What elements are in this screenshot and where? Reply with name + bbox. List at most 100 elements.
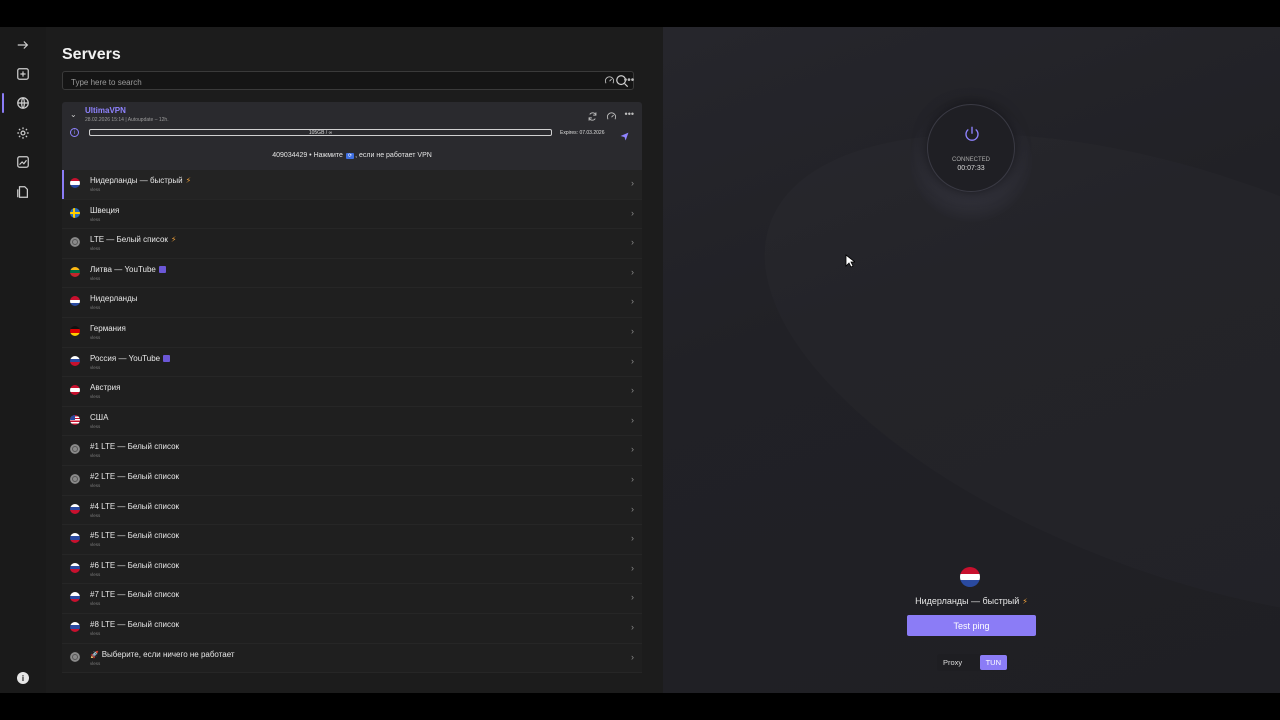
server-protocol: vless bbox=[90, 453, 101, 459]
chevron-right-icon: › bbox=[631, 651, 634, 662]
subscription-info-icon[interactable]: i bbox=[70, 128, 79, 137]
search-box bbox=[62, 71, 634, 91]
server-protocol: vless bbox=[90, 275, 101, 281]
subscription-actions: ••• bbox=[587, 109, 634, 127]
server-name-text: #6 LTE — Белый список bbox=[90, 560, 180, 570]
notice-text-post: , если не работает VPN bbox=[355, 152, 432, 159]
server-name-text: #7 LTE — Белый список bbox=[90, 590, 180, 600]
chevron-right-icon: › bbox=[631, 355, 634, 366]
panel-actions: ••• bbox=[603, 74, 635, 86]
mouse-cursor-icon bbox=[845, 254, 857, 268]
collapse-chevron-icon[interactable]: ⌄ bbox=[70, 110, 77, 119]
logs-icon[interactable] bbox=[13, 182, 33, 202]
server-name-text: Литва — YouTube bbox=[90, 264, 156, 274]
server-name-text: Австрия bbox=[90, 383, 121, 393]
server-name: Нидерланды — быстрый ⚡ bbox=[90, 176, 191, 185]
subscription-name: UltimaVPN bbox=[85, 106, 126, 115]
flag-globe-icon bbox=[70, 651, 80, 662]
flag-us-icon bbox=[70, 414, 80, 425]
server-name: Австрия bbox=[90, 383, 120, 392]
server-name: Германия bbox=[90, 324, 126, 333]
add-profile-icon[interactable] bbox=[13, 64, 33, 84]
server-protocol: vless bbox=[90, 364, 101, 370]
server-row[interactable]: Россия — YouTube vless › bbox=[62, 347, 642, 378]
chevron-right-icon: › bbox=[631, 473, 634, 484]
globe-icon[interactable] bbox=[13, 93, 33, 113]
mode-tun-option[interactable]: TUN bbox=[979, 655, 1007, 670]
gear-icon[interactable] bbox=[13, 123, 33, 143]
nav-active-indicator bbox=[2, 93, 4, 113]
mode-proxy-option[interactable]: Proxy bbox=[943, 658, 962, 667]
youtube-tag-icon bbox=[163, 354, 171, 362]
server-name: Швеция bbox=[90, 206, 119, 215]
server-name: #8 LTE — Белый список bbox=[90, 620, 179, 629]
server-row[interactable]: #6 LTE — Белый список vless › bbox=[62, 554, 642, 585]
notice-key-icon: ⟳ bbox=[345, 153, 355, 159]
servers-panel: Servers ••• ⌄ UltimaVPN 28.02.2026 15:14… bbox=[46, 27, 663, 693]
selected-flag-nl-icon bbox=[960, 567, 980, 587]
server-name-text: LTE — Белый список bbox=[90, 235, 168, 245]
flag-nl-icon bbox=[70, 178, 80, 188]
server-protocol: vless bbox=[90, 305, 101, 311]
mode-toggle: Proxy TUN bbox=[937, 654, 1009, 671]
server-row[interactable]: #7 LTE — Белый список vless › bbox=[62, 584, 642, 614]
server-row[interactable]: #4 LTE — Белый список vless › bbox=[62, 495, 642, 526]
server-row[interactable]: #5 LTE — Белый список vless › bbox=[62, 525, 642, 555]
flag-nl-icon bbox=[70, 296, 80, 307]
server-row[interactable]: Литва — YouTube vless › bbox=[62, 258, 642, 289]
selected-server: Нидерланды — быстрый ⚡ bbox=[663, 596, 1280, 606]
server-row[interactable]: 🚀 Выберите, если ничего не работает vless › bbox=[62, 643, 642, 674]
ping-all-icon[interactable] bbox=[603, 74, 615, 86]
server-name: #6 LTE — Белый список bbox=[90, 561, 179, 570]
server-row[interactable]: #2 LTE — Белый список vless › bbox=[62, 465, 642, 496]
server-row[interactable]: Нидерланды vless › bbox=[62, 288, 642, 318]
server-name-text: Германия bbox=[90, 323, 126, 333]
flag-ru-icon bbox=[70, 503, 80, 514]
expand-arrow-icon[interactable] bbox=[13, 35, 33, 55]
power-button[interactable]: CONNECTED 00:07:33 bbox=[927, 104, 1015, 192]
refresh-icon[interactable] bbox=[587, 109, 598, 127]
server-row[interactable]: Швеция vless › bbox=[62, 199, 642, 230]
server-protocol: vless bbox=[90, 423, 101, 429]
test-ping-button[interactable]: Test ping bbox=[907, 615, 1036, 636]
search-input[interactable] bbox=[63, 74, 633, 91]
chevron-right-icon: › bbox=[631, 178, 634, 188]
telegram-send-icon[interactable] bbox=[620, 128, 629, 141]
notice-text-pre: 409034429 • Нажмите bbox=[272, 152, 343, 159]
server-name-text: Выберите, если ничего не работает bbox=[101, 649, 235, 659]
chevron-right-icon: › bbox=[631, 503, 634, 514]
subscription-notice: 409034429 • Нажмите ⟳, если не работает … bbox=[62, 152, 642, 159]
more-icon[interactable]: ••• bbox=[623, 74, 635, 86]
server-protocol: vless bbox=[90, 246, 101, 252]
server-list: Нидерланды — быстрый ⚡ vless › Швеция vless › L… bbox=[62, 170, 642, 674]
server-name: США bbox=[90, 413, 108, 422]
server-row[interactable]: #1 LTE — Белый список vless › bbox=[62, 436, 642, 466]
server-row[interactable]: Австрия vless › bbox=[62, 377, 642, 407]
chevron-right-icon: › bbox=[631, 621, 634, 632]
server-name-text: #8 LTE — Белый список bbox=[90, 619, 180, 629]
flag-ru-icon bbox=[70, 533, 80, 544]
ping-subscription-icon[interactable] bbox=[606, 109, 617, 127]
flag-ru-icon bbox=[70, 355, 80, 366]
chevron-right-icon: › bbox=[631, 296, 634, 307]
server-name-text: США bbox=[90, 412, 109, 422]
chevron-right-icon: › bbox=[631, 533, 634, 544]
server-row[interactable]: #8 LTE — Белый список vless › bbox=[62, 613, 642, 644]
server-row[interactable]: Германия vless › bbox=[62, 317, 642, 348]
subscription-more-icon[interactable]: ••• bbox=[625, 109, 634, 127]
chevron-right-icon: › bbox=[631, 562, 634, 573]
info-icon[interactable]: i bbox=[17, 672, 29, 684]
chevron-right-icon: › bbox=[631, 592, 634, 603]
flag-lt-icon bbox=[70, 266, 80, 277]
server-row[interactable]: LTE — Белый список ⚡ vless › bbox=[62, 229, 642, 259]
server-name: #2 LTE — Белый список bbox=[90, 472, 179, 481]
connection-area: CONNECTED 00:07:33 Нидерланды — быстрый ⚡… bbox=[663, 27, 1280, 693]
server-name: #4 LTE — Белый список bbox=[90, 502, 179, 511]
server-protocol: vless bbox=[90, 630, 101, 636]
server-protocol: vless bbox=[90, 601, 101, 607]
stats-icon[interactable] bbox=[13, 152, 33, 172]
youtube-tag-icon bbox=[158, 265, 166, 273]
server-row[interactable]: Нидерланды — быстрый ⚡ vless › bbox=[62, 170, 642, 200]
server-row[interactable]: США vless › bbox=[62, 406, 642, 437]
server-name-text: Швеция bbox=[90, 205, 120, 215]
